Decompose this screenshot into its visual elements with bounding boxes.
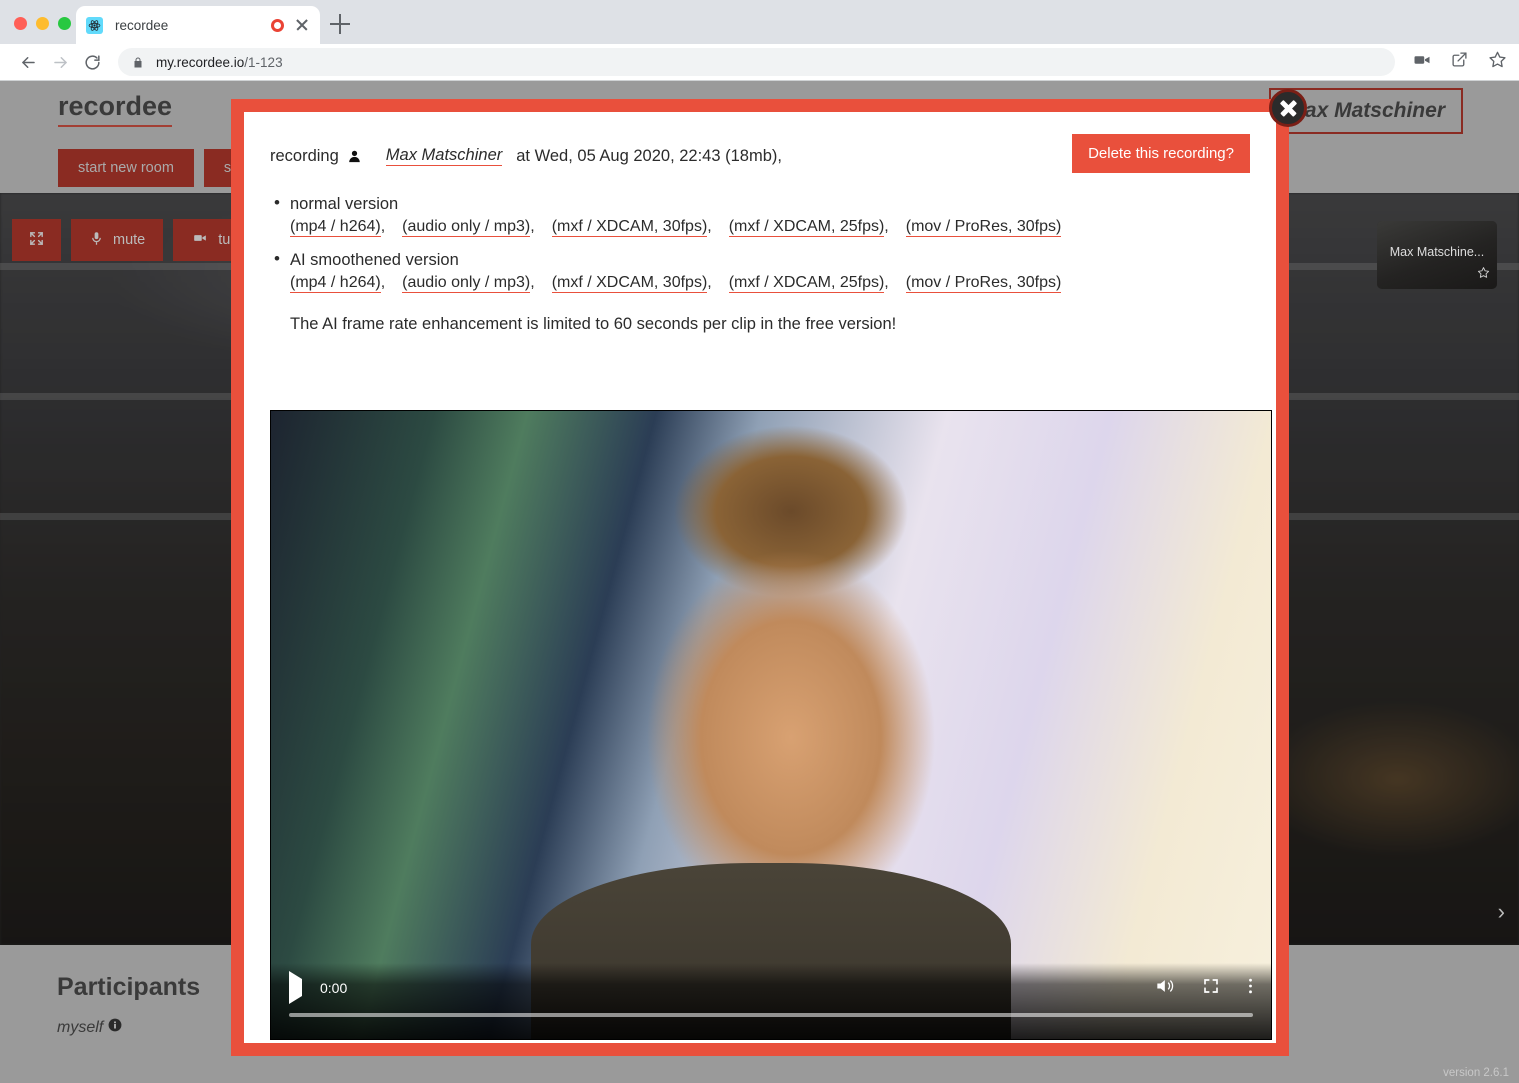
play-icon[interactable]	[289, 971, 302, 1004]
video-controls-row: 0:00	[289, 971, 1253, 1004]
recording-timestamp: at Wed, 05 Aug 2020, 22:43 (18mb),	[516, 146, 782, 165]
close-icon[interactable]	[1269, 89, 1307, 127]
person-icon	[347, 149, 362, 164]
download-link[interactable]: (mxf / XDCAM, 25fps)	[728, 274, 885, 293]
new-tab-button[interactable]	[330, 14, 350, 34]
react-icon	[86, 16, 103, 34]
minimize-window-button[interactable]	[36, 17, 49, 30]
link-separator: ,	[707, 218, 712, 235]
participant-self-label: myself	[57, 1018, 104, 1036]
modal-header: recording Max Matschiner at Wed, 05 Aug …	[270, 134, 1250, 173]
thumbnail-name: Max Matschine...	[1389, 245, 1485, 259]
download-link[interactable]: (mxf / XDCAM, 25fps)	[728, 218, 885, 237]
video-player[interactable]: 0:00	[270, 410, 1272, 1040]
download-link[interactable]: (mov / ProRes, 30fps)	[905, 218, 1062, 237]
download-link[interactable]: (mxf / XDCAM, 30fps)	[551, 274, 708, 293]
recording-modal: recording Max Matschiner at Wed, 05 Aug …	[231, 89, 1307, 1056]
window-traffic-lights	[14, 17, 71, 30]
close-window-button[interactable]	[14, 17, 27, 30]
download-link[interactable]: (mp4 / h264)	[290, 218, 381, 237]
download-section: normal version (mp4 / h264), (audio only…	[270, 193, 1250, 237]
fullscreen-icon	[28, 230, 45, 251]
participants-title: Participants	[57, 973, 201, 1001]
download-link[interactable]: (audio only / mp3)	[402, 218, 531, 237]
start-new-room-button[interactable]: start new room	[58, 149, 194, 187]
fullscreen-icon[interactable]	[1202, 977, 1220, 1000]
link-separator: ,	[530, 274, 535, 291]
download-link[interactable]: (mp4 / h264)	[290, 274, 381, 293]
section-label: normal version	[270, 193, 1250, 214]
app-version: version 2.6.1	[1443, 1067, 1509, 1079]
fullscreen-button[interactable]	[12, 219, 61, 261]
tab-title: recordee	[115, 17, 169, 33]
link-separator: ,	[884, 218, 889, 235]
section-label: AI smoothened version	[270, 249, 1250, 270]
back-arrow-icon[interactable]	[12, 46, 44, 78]
video-controls-right	[1154, 976, 1253, 1001]
recording-author-link[interactable]: Max Matschiner	[385, 146, 503, 166]
participant-self: myself	[57, 1018, 122, 1037]
camera-icon	[191, 231, 209, 249]
star-icon[interactable]	[1477, 266, 1490, 284]
volume-icon[interactable]	[1154, 976, 1174, 1001]
modal-frame: recording Max Matschiner at Wed, 05 Aug …	[231, 99, 1289, 1056]
url-host: my.recordee.io	[156, 54, 245, 70]
download-section: AI smoothened version (mp4 / h264), (aud…	[270, 249, 1250, 293]
download-sections: normal version (mp4 / h264), (audio only…	[270, 193, 1250, 293]
modal-body: recording Max Matschiner at Wed, 05 Aug …	[244, 112, 1276, 1043]
video-progress-bar[interactable]	[289, 1013, 1253, 1017]
link-separator: ,	[380, 218, 386, 235]
maximize-window-button[interactable]	[58, 17, 71, 30]
info-icon[interactable]	[108, 1018, 122, 1037]
free-version-note: The AI frame rate enhancement is limited…	[290, 315, 897, 333]
address-bar[interactable]: my.recordee.io/1-123	[118, 48, 1395, 76]
share-icon[interactable]	[1451, 51, 1468, 73]
toolbar-icons	[1413, 50, 1507, 74]
next-participant-arrow[interactable]: ›	[1498, 899, 1505, 925]
section-links: (mp4 / h264), (audio only / mp3), (mxf /…	[270, 274, 1250, 293]
video-camera-icon[interactable]	[1413, 51, 1431, 74]
browser-window: recordee my.recordee.io/1-123 recordee s…	[0, 0, 1519, 1083]
participant-thumbnail[interactable]: Max Matschine...	[1377, 221, 1497, 289]
mute-label: mute	[113, 232, 146, 248]
recording-label: recording	[270, 146, 339, 165]
reload-icon[interactable]	[76, 46, 108, 78]
video-time: 0:00	[320, 980, 348, 996]
kebab-menu-icon[interactable]	[1248, 976, 1253, 1001]
url-text: my.recordee.io/1-123	[156, 55, 283, 70]
link-separator: ,	[884, 274, 889, 291]
close-icon[interactable]	[294, 17, 310, 33]
tab-strip: recordee	[0, 0, 1519, 44]
video-controls: 0:00	[271, 963, 1271, 1039]
record-dot-icon[interactable]	[271, 18, 284, 32]
section-links: (mp4 / h264), (audio only / mp3), (mxf /…	[270, 218, 1250, 237]
download-link[interactable]: (audio only / mp3)	[402, 274, 531, 293]
delete-recording-button[interactable]: Delete this recording?	[1072, 134, 1250, 173]
mute-button[interactable]: mute	[71, 219, 164, 261]
recording-meta: recording Max Matschiner at Wed, 05 Aug …	[270, 134, 782, 166]
url-path: /1-123	[244, 54, 283, 70]
app-brand: recordee	[58, 91, 173, 127]
bookmark-star-icon[interactable]	[1488, 50, 1507, 74]
browser-toolbar: my.recordee.io/1-123	[0, 44, 1519, 81]
microphone-icon	[89, 230, 104, 251]
download-link[interactable]: (mxf / XDCAM, 30fps)	[551, 218, 708, 237]
forward-arrow-icon[interactable]	[44, 46, 76, 78]
lock-icon	[132, 56, 144, 69]
download-link[interactable]: (mov / ProRes, 30fps)	[905, 274, 1062, 293]
browser-tab[interactable]: recordee	[76, 6, 320, 44]
link-separator: ,	[707, 274, 712, 291]
link-separator: ,	[380, 274, 386, 291]
link-separator: ,	[530, 218, 535, 235]
